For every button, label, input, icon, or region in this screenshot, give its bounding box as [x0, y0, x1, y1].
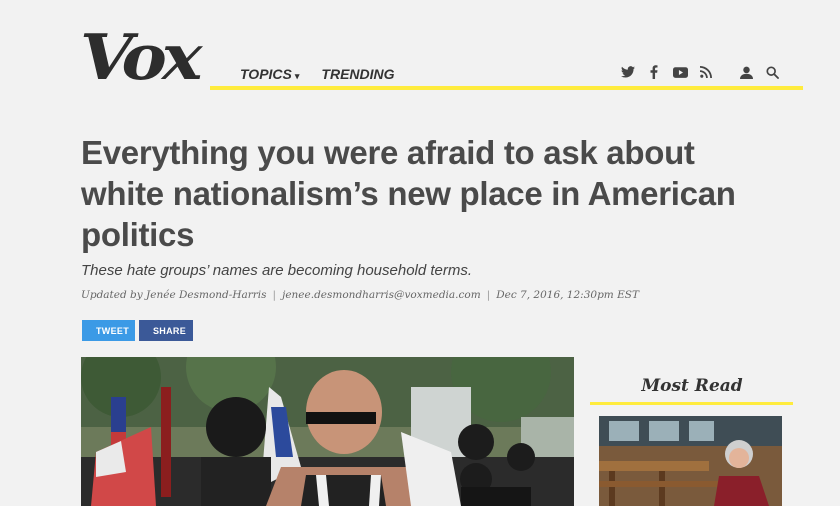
byline-divider: |: [272, 289, 277, 301]
share-button-label: SHARE: [153, 325, 187, 336]
rss-icon[interactable]: [698, 64, 714, 80]
vox-logo[interactable]: Vox: [80, 27, 202, 90]
nav-trending[interactable]: TRENDING: [321, 66, 394, 82]
article-dek: These hate groups’ names are becoming ho…: [81, 262, 473, 279]
facebook-icon[interactable]: [646, 64, 662, 80]
most-read-underline: [590, 402, 793, 405]
tweet-button-label: TWEET: [96, 325, 129, 336]
search-icon[interactable]: [764, 64, 780, 80]
chevron-down-icon: ▾: [294, 71, 300, 81]
publish-date: Dec 7, 2016, 12:30pm EST: [496, 289, 639, 301]
byline: Updated by Jenée Desmond-Harris | jenee.…: [81, 289, 639, 301]
main-nav: TOPICS ▾ TRENDING: [240, 66, 395, 82]
article-headline: Everything you were afraid to ask about …: [81, 134, 736, 253]
header-underline: [210, 86, 803, 90]
twitter-icon[interactable]: [620, 64, 636, 80]
author-link[interactable]: Jenée Desmond-Harris: [146, 289, 266, 301]
nav-topics[interactable]: TOPICS ▾: [240, 66, 299, 82]
byline-updated-by: Updated by: [81, 289, 143, 301]
byline-divider: |: [486, 289, 491, 301]
nav-topics-label: TOPICS: [240, 66, 292, 82]
youtube-icon[interactable]: [672, 64, 688, 80]
most-read-thumbnail[interactable]: [599, 416, 782, 506]
author-email-link[interactable]: jenee.desmondharris@voxmedia.com: [282, 289, 481, 301]
header-icons: [620, 64, 790, 80]
most-read-heading: Most Read: [641, 376, 743, 396]
hero-image: [81, 357, 574, 506]
tweet-button[interactable]: TWEET: [82, 320, 135, 341]
facebook-share-button[interactable]: SHARE: [139, 320, 193, 341]
user-icon[interactable]: [738, 64, 754, 80]
